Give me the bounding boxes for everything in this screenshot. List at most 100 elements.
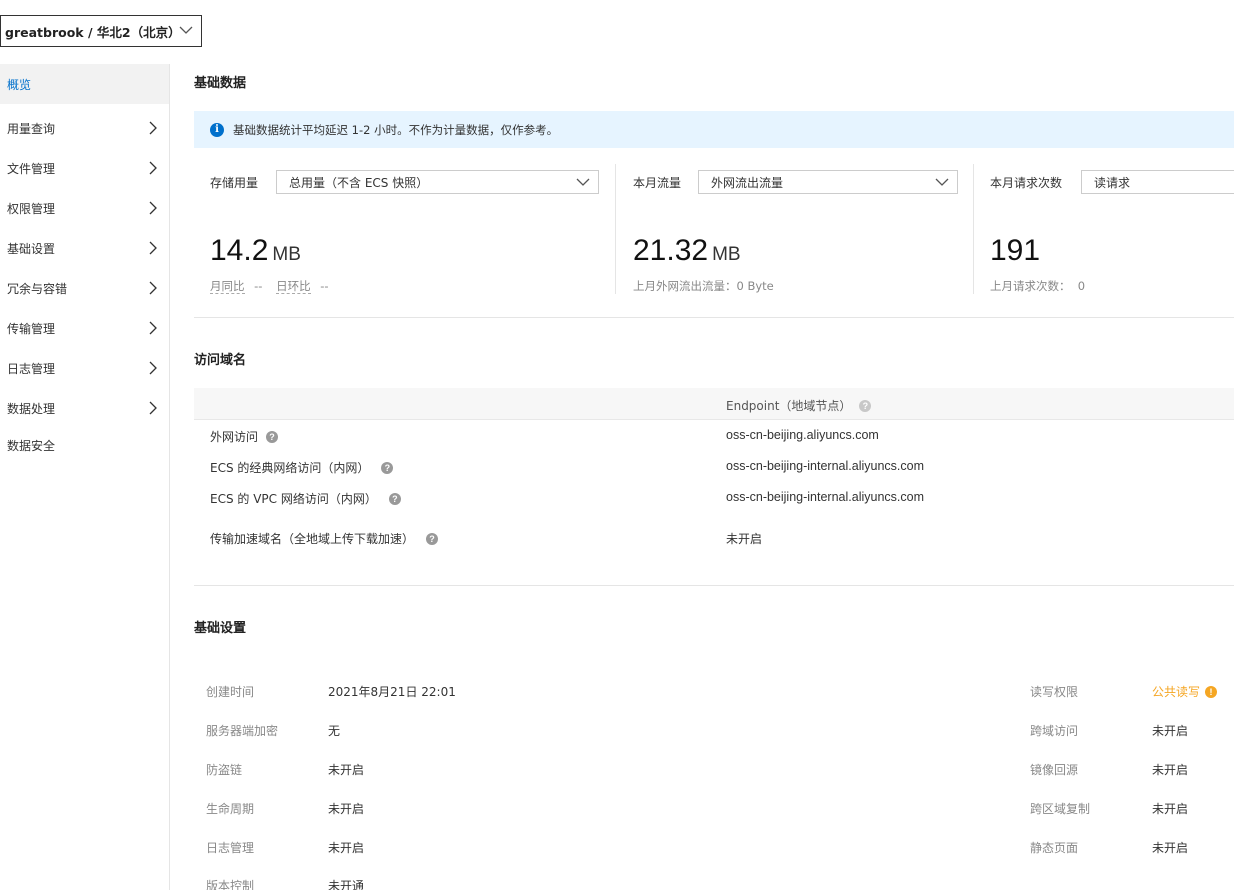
setting-key: 静态页面 bbox=[1030, 841, 1079, 855]
warning-icon[interactable]: ! bbox=[1205, 685, 1218, 698]
bucket-selector-label: greatbrook / 华北2（北京） bbox=[5, 24, 181, 40]
requests-number: 191 bbox=[990, 234, 1041, 267]
divider bbox=[194, 317, 1234, 318]
requests-dropdown-value: 读请求 bbox=[1094, 175, 1131, 190]
chevron-down-icon bbox=[179, 26, 193, 34]
traffic-value: 21.32 MB bbox=[633, 234, 741, 268]
endpoint-value[interactable]: oss-cn-beijing-internal.aliyuncs.com bbox=[726, 490, 924, 504]
endpoint-name: 外网访问 ? bbox=[210, 428, 279, 445]
endpoint-name-text: ECS 的 VPC 网络访问（内网） bbox=[210, 492, 377, 506]
chevron-right-icon bbox=[149, 241, 157, 255]
sidebar-item-logs[interactable]: 日志管理 bbox=[0, 348, 169, 388]
endpoint-value[interactable]: oss-cn-beijing-internal.aliyuncs.com bbox=[726, 459, 924, 473]
setting-value: 未开启 bbox=[328, 763, 365, 777]
storage-unit: MB bbox=[272, 244, 301, 265]
setting-value: 未开通 bbox=[328, 879, 365, 890]
info-icon: i bbox=[210, 122, 224, 137]
question-icon[interactable]: ? bbox=[266, 430, 279, 443]
endpoint-value: 未开启 bbox=[726, 532, 763, 546]
mom-label[interactable]: 月同比 bbox=[210, 279, 245, 294]
setting-value: 未开启 bbox=[328, 841, 365, 855]
setting-key: 服务器端加密 bbox=[206, 724, 279, 738]
settings-title: 基础设置 bbox=[194, 621, 247, 636]
setting-value: 未开启 bbox=[1152, 802, 1189, 816]
traffic-unit: MB bbox=[712, 244, 741, 265]
main-content: 基础数据 i 基础数据统计平均延迟 1-2 小时。不作为计量数据，仅作参考。 存… bbox=[194, 0, 1234, 890]
chevron-right-icon bbox=[149, 121, 157, 135]
sidebar-item-basic-settings[interactable]: 基础设置 bbox=[0, 228, 169, 268]
sidebar-item-label: 用量查询 bbox=[7, 121, 56, 136]
chevron-right-icon bbox=[149, 361, 157, 375]
chevron-down-icon bbox=[576, 178, 590, 186]
requests-type-dropdown[interactable]: 读请求 bbox=[1081, 170, 1234, 194]
endpoint-name: ECS 的经典网络访问（内网） ? bbox=[210, 459, 394, 476]
storage-value: 14.2 MB bbox=[210, 234, 301, 268]
requests-last-month: 上月请求次数： 0 bbox=[990, 279, 1086, 293]
storage-comparison: 月同比 -- 日环比 -- bbox=[210, 278, 329, 294]
basic-data-title: 基础数据 bbox=[194, 76, 247, 91]
traffic-last-month: 上月外网流出流量：0 Byte bbox=[633, 279, 774, 293]
setting-key: 防盗链 bbox=[206, 763, 243, 777]
sidebar-item-permissions[interactable]: 权限管理 bbox=[0, 188, 169, 228]
requests-stat: 本月请求次数 读请求 191 上月请求次数： 0 bbox=[973, 164, 1234, 294]
endpoint-header-label: Endpoint（地域节点） bbox=[726, 399, 852, 413]
sidebar-item-label: 概览 bbox=[7, 77, 32, 92]
requests-value: 191 bbox=[990, 234, 1040, 268]
sidebar-item-label: 传输管理 bbox=[7, 321, 56, 336]
question-icon[interactable]: ? bbox=[859, 399, 872, 412]
sidebar-item-data-processing[interactable]: 数据处理 bbox=[0, 388, 169, 428]
acl-value: 公共读写 bbox=[1152, 685, 1201, 699]
sidebar-item-usage[interactable]: 用量查询 bbox=[0, 108, 169, 148]
sidebar-item-label: 文件管理 bbox=[7, 161, 56, 176]
sidebar-item-label: 基础设置 bbox=[7, 241, 56, 256]
storage-type-dropdown[interactable]: 总用量（不含 ECS 快照） bbox=[276, 170, 599, 194]
requests-label: 本月请求次数 bbox=[990, 176, 1063, 190]
storage-number: 14.2 bbox=[210, 234, 269, 267]
storage-dropdown-value: 总用量（不含 ECS 快照） bbox=[289, 175, 429, 190]
endpoint-name: ECS 的 VPC 网络访问（内网） ? bbox=[210, 490, 401, 507]
dod-label[interactable]: 日环比 bbox=[276, 279, 311, 294]
domains-title: 访问域名 bbox=[194, 353, 247, 368]
chevron-right-icon bbox=[149, 401, 157, 415]
setting-value: 未开启 bbox=[1152, 763, 1189, 777]
storage-stat: 存储用量 总用量（不含 ECS 快照） 14.2 MB 月同比 -- 日环比 -- bbox=[194, 164, 615, 294]
setting-key: 镜像回源 bbox=[1030, 763, 1079, 777]
setting-value: 未开启 bbox=[1152, 841, 1189, 855]
endpoint-column-header: Endpoint（地域节点） ? bbox=[726, 397, 872, 414]
endpoint-name-text: 传输加速域名（全地域上传下载加速） bbox=[210, 532, 415, 546]
traffic-dropdown-value: 外网流出流量 bbox=[711, 175, 784, 190]
sidebar-item-label: 冗余与容错 bbox=[7, 281, 68, 296]
setting-key: 日志管理 bbox=[206, 841, 255, 855]
traffic-type-dropdown[interactable]: 外网流出流量 bbox=[698, 170, 958, 194]
divider bbox=[194, 585, 1234, 586]
chevron-right-icon bbox=[149, 281, 157, 295]
setting-value: 公共读写 ! bbox=[1152, 683, 1218, 700]
sidebar-item-transfer[interactable]: 传输管理 bbox=[0, 308, 169, 348]
sidebar-item-label: 数据处理 bbox=[7, 401, 56, 416]
setting-key: 跨域访问 bbox=[1030, 724, 1079, 738]
question-icon[interactable]: ? bbox=[381, 461, 394, 474]
endpoint-name: 传输加速域名（全地域上传下载加速） ? bbox=[210, 530, 439, 547]
question-icon[interactable]: ? bbox=[388, 492, 401, 505]
setting-key: 版本控制 bbox=[206, 879, 255, 890]
chevron-right-icon bbox=[149, 321, 157, 335]
setting-key: 读写权限 bbox=[1030, 685, 1079, 699]
sidebar-item-overview[interactable]: 概览 bbox=[0, 64, 169, 104]
storage-label: 存储用量 bbox=[210, 176, 259, 190]
sidebar-item-label: 日志管理 bbox=[7, 361, 56, 376]
sidebar-item-files[interactable]: 文件管理 bbox=[0, 148, 169, 188]
traffic-number: 21.32 bbox=[633, 234, 709, 267]
sidebar-item-redundancy[interactable]: 冗余与容错 bbox=[0, 268, 169, 308]
info-notice: i 基础数据统计平均延迟 1-2 小时。不作为计量数据，仅作参考。 bbox=[194, 111, 1234, 148]
chevron-down-icon bbox=[935, 178, 949, 186]
sidebar-item-data-security[interactable]: 数据安全 bbox=[0, 425, 169, 465]
setting-value: 未开启 bbox=[1152, 724, 1189, 738]
sidebar: 概览 用量查询 文件管理 权限管理 基础设置 冗余与容错 传输管理 日志管理 数… bbox=[0, 64, 170, 890]
question-icon[interactable]: ? bbox=[426, 532, 439, 545]
setting-value: 无 bbox=[328, 724, 341, 738]
dod-value: -- bbox=[320, 279, 329, 293]
sidebar-item-label: 权限管理 bbox=[7, 201, 56, 216]
bucket-selector[interactable]: greatbrook / 华北2（北京） bbox=[0, 15, 202, 47]
setting-value: 未开启 bbox=[328, 802, 365, 816]
endpoint-value[interactable]: oss-cn-beijing.aliyuncs.com bbox=[726, 428, 879, 442]
